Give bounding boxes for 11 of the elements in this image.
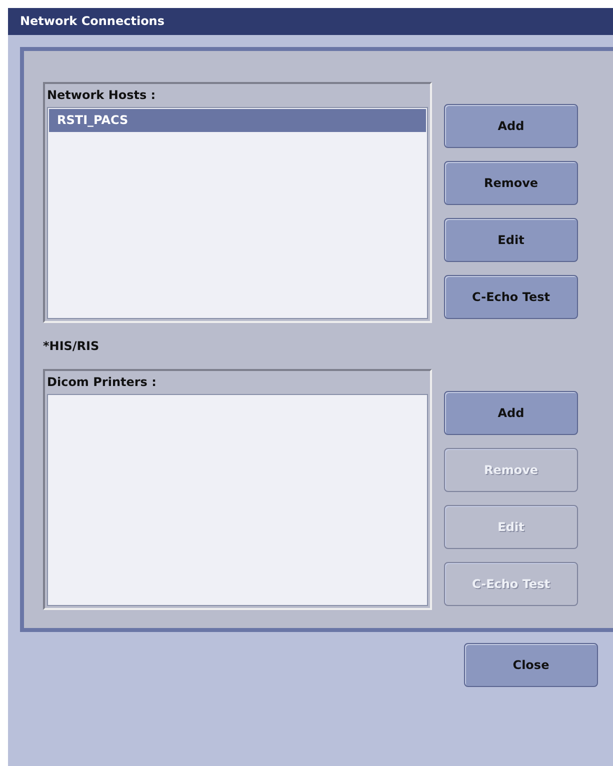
- action-button[interactable]: Add: [444, 104, 578, 148]
- action-button[interactable]: Add: [444, 391, 578, 435]
- action-button[interactable]: C-Echo Test: [444, 275, 578, 319]
- list-title: Dicom Printers :: [47, 375, 156, 389]
- note-text: *HIS/RIS: [43, 338, 100, 355]
- list-title: Network Hosts :: [47, 88, 156, 102]
- action-button[interactable]: Edit: [444, 218, 578, 262]
- list-item[interactable]: RSTI_PACS: [49, 109, 426, 132]
- close-button[interactable]: Close: [464, 643, 598, 687]
- window-title: Network Connections: [8, 8, 613, 35]
- action-button[interactable]: Remove: [444, 161, 578, 205]
